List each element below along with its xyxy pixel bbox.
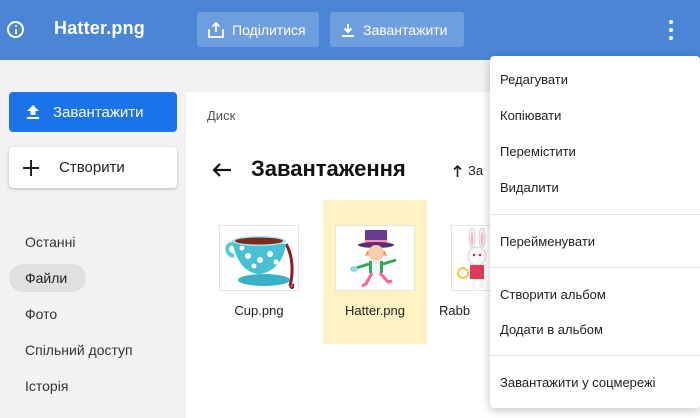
file-tile-cup[interactable]: Cup.png [207, 200, 311, 344]
back-arrow-icon[interactable] [212, 162, 232, 178]
file-tile-hatter[interactable]: Hatter.png [323, 200, 427, 344]
folder-title: Завантаження [251, 156, 406, 181]
file-name: Rabb [439, 303, 471, 318]
menu-divider [490, 214, 700, 215]
sidebar-item-shared[interactable]: Спільний доступ [9, 336, 133, 364]
download-icon [342, 23, 354, 37]
sidebar-item-history[interactable]: Історія [9, 372, 68, 400]
menu-item-share-social[interactable]: Завантажити у соцмережі [500, 375, 656, 390]
menu-item-create-album[interactable]: Створити альбом [500, 287, 606, 302]
download-button[interactable]: Завантажити [330, 12, 464, 47]
breadcrumb[interactable]: Диск [207, 108, 235, 123]
sidebar-item-photos[interactable]: Фото [9, 300, 57, 328]
menu-divider [490, 267, 700, 268]
file-name: Hatter.png [345, 303, 405, 318]
sidebar-item-recent[interactable]: Останні [9, 228, 76, 256]
menu-item-move[interactable]: Перемістити [500, 144, 576, 159]
share-button[interactable]: Поділитися [197, 12, 319, 47]
share-icon [208, 21, 224, 38]
context-menu: Редагувати Копіювати Перемістити Видалит… [490, 56, 700, 408]
upload-icon [27, 105, 39, 119]
sidebar-item-label: Фото [25, 306, 58, 322]
menu-item-delete[interactable]: Видалити [500, 180, 559, 195]
create-button[interactable]: Створити [9, 147, 177, 188]
file-thumbnail [335, 225, 415, 291]
menu-item-edit[interactable]: Редагувати [500, 72, 568, 87]
sort-arrow-icon [453, 164, 462, 177]
menu-item-copy[interactable]: Копіювати [500, 108, 561, 123]
sort-label: За [468, 163, 484, 178]
share-button-label: Поділитися [232, 21, 306, 38]
file-title: Hatter.png [54, 18, 146, 38]
menu-item-add-to-album[interactable]: Додати в альбом [500, 322, 603, 337]
upload-button[interactable]: Завантажити [9, 92, 177, 132]
top-bar: Hatter.png Поділитися Завантажити [0, 0, 700, 60]
plus-icon [23, 159, 39, 176]
info-icon[interactable] [7, 21, 24, 38]
sort-control[interactable]: За [453, 163, 483, 178]
menu-divider [490, 355, 700, 356]
file-thumbnail [219, 225, 299, 291]
mad-hatter-image [350, 230, 397, 288]
upload-button-label: Завантажити [53, 103, 144, 121]
more-menu-icon[interactable] [665, 18, 677, 42]
teacup-image [225, 236, 295, 290]
sidebar-item-label: Файли [25, 270, 68, 286]
sidebar: Завантажити Створити Останні Файли Фото … [0, 60, 186, 418]
download-button-label: Завантажити [363, 21, 448, 38]
file-name: Cup.png [234, 303, 284, 318]
sidebar-item-label: Спільний доступ [25, 342, 133, 358]
create-button-label: Створити [59, 159, 125, 176]
sidebar-item-label: Історія [25, 378, 69, 394]
sidebar-item-files[interactable]: Файли [9, 264, 86, 292]
sidebar-item-label: Останні [25, 234, 76, 250]
menu-item-rename[interactable]: Перейменувати [500, 234, 595, 249]
